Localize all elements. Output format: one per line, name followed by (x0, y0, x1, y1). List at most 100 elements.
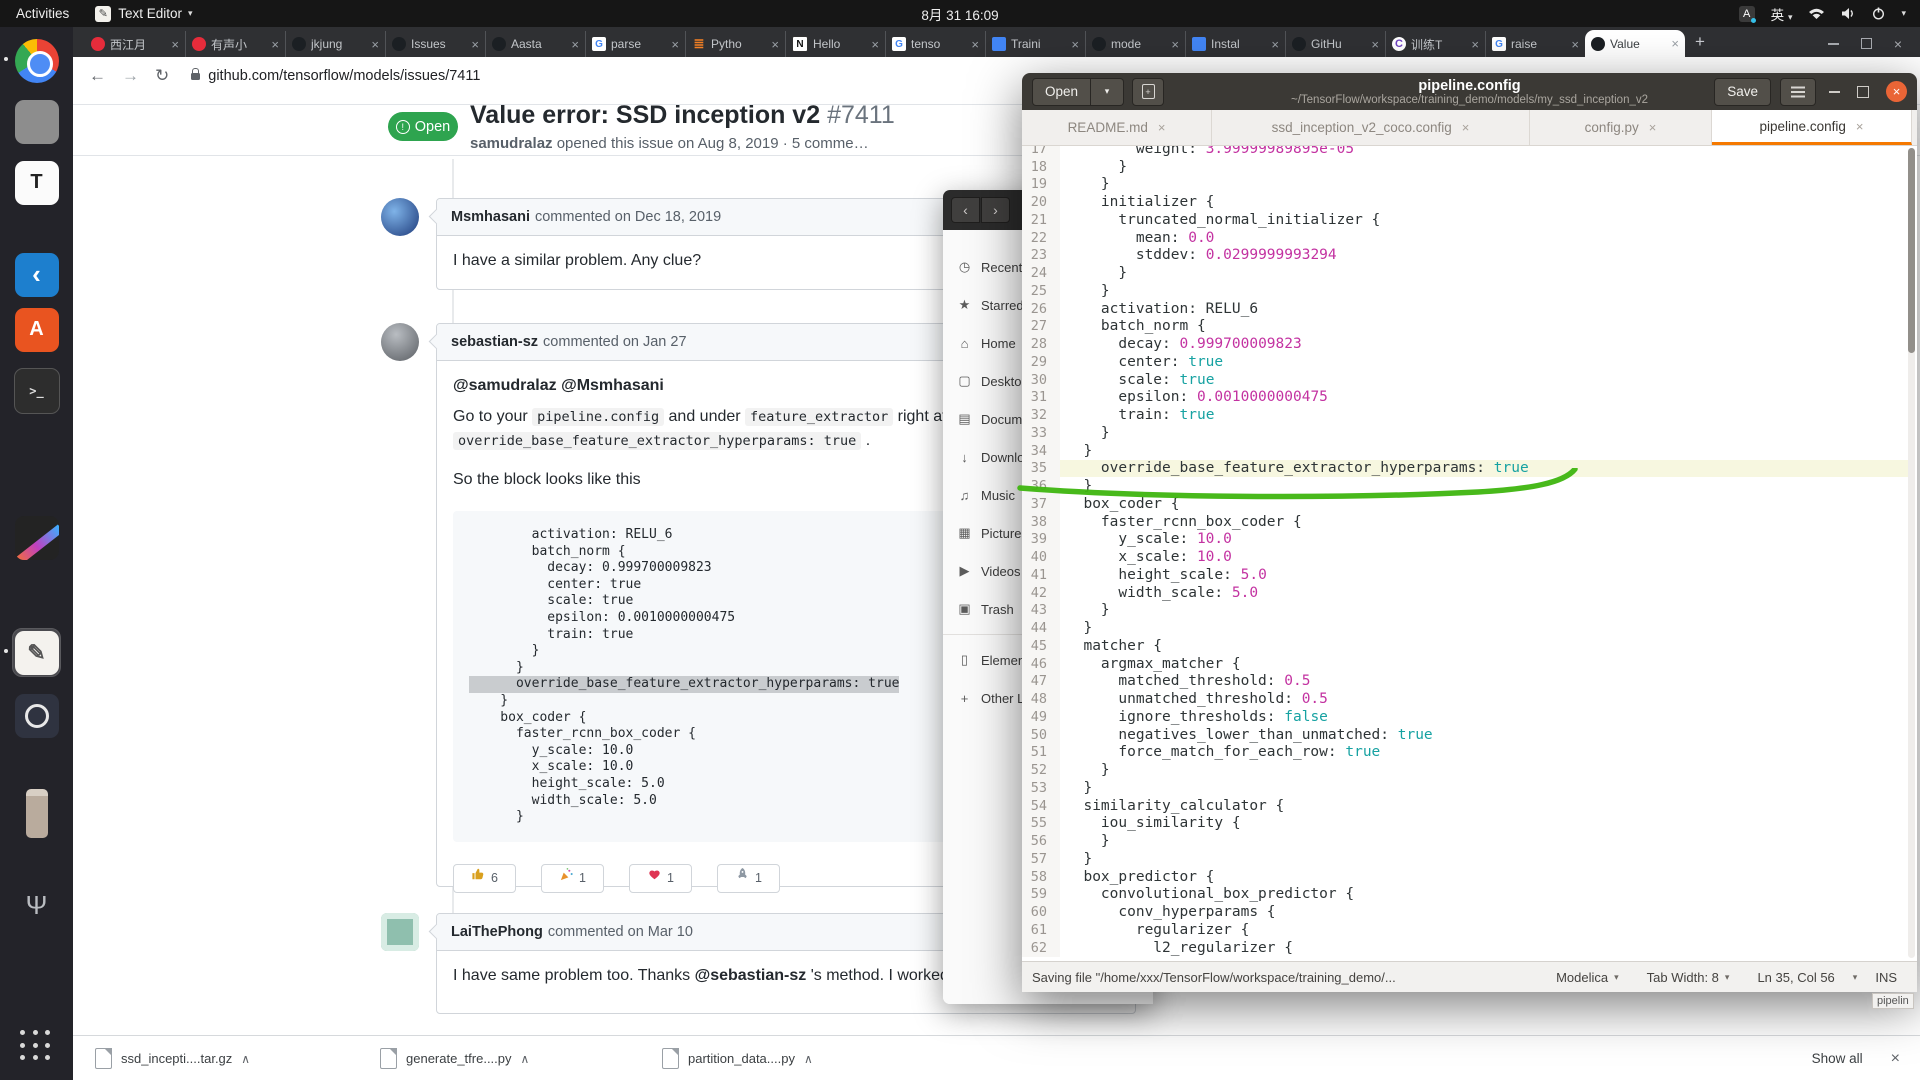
forward-button[interactable]: › (981, 197, 1010, 223)
dock-text-editor-icon[interactable]: ✎ (13, 629, 60, 676)
dock-usb-eject-icon[interactable]: Ψ (13, 882, 60, 929)
back-button[interactable]: ← (89, 66, 106, 86)
browser-tab[interactable]: 西江月× (85, 31, 185, 57)
hamburger-menu-button[interactable] (1780, 78, 1816, 106)
download-item[interactable]: partition_data....py∧ (662, 1048, 902, 1069)
show-all-downloads-button[interactable]: Show all (1812, 1051, 1863, 1066)
browser-tab[interactable]: Traini× (985, 31, 1085, 57)
volume-icon[interactable] (1841, 7, 1856, 20)
tab-close-icon[interactable]: × (671, 37, 679, 52)
thumb-reaction-button[interactable]: 6 (453, 864, 516, 893)
download-item[interactable]: generate_tfre....py∧ (380, 1048, 620, 1069)
new-tab-button[interactable]: + (1695, 32, 1705, 52)
input-method-icon[interactable]: A (1739, 6, 1755, 22)
browser-tab[interactable]: Gparse× (585, 31, 685, 57)
editor-minimize-button[interactable] (1829, 91, 1840, 93)
browser-tab[interactable]: GitHu× (1285, 31, 1385, 57)
browser-tab[interactable]: C训练T× (1385, 31, 1485, 57)
browser-tab[interactable]: NHello× (785, 31, 885, 57)
dock-files-icon[interactable] (13, 98, 60, 145)
tab-close-icon[interactable]: × (871, 37, 879, 52)
comment-author-link[interactable]: sebastian-sz (451, 334, 538, 350)
tab-close-icon[interactable]: × (1649, 120, 1657, 135)
browser-tab[interactable]: 有声小× (185, 31, 285, 57)
code-editor-area[interactable]: 17 weight: 3.99999989895e-0518 }19 }20 i… (1022, 146, 1908, 961)
save-button[interactable]: Save (1714, 78, 1771, 106)
browser-tab[interactable]: Aasta× (485, 31, 585, 57)
language-indicator[interactable]: 英 ▾ (1771, 4, 1793, 24)
browser-tab[interactable]: jkjung× (285, 31, 385, 57)
editor-tab[interactable]: config.py× (1530, 110, 1712, 145)
new-document-button[interactable]: + (1132, 78, 1164, 106)
browser-tab[interactable]: mode× (1085, 31, 1185, 57)
dock-text-tool-icon[interactable]: T (13, 159, 60, 206)
tab-close-icon[interactable]: × (371, 37, 379, 52)
browser-maximize-button[interactable] (1861, 38, 1872, 49)
forward-button[interactable]: → (122, 66, 139, 86)
system-menu-caret-icon[interactable]: ▾ (1901, 8, 1906, 19)
downloads-bar-close-icon[interactable]: × (1891, 1050, 1900, 1068)
editor-close-button[interactable]: × (1886, 81, 1907, 102)
browser-tab[interactable]: Graise× (1485, 31, 1585, 57)
clock[interactable]: 8月 31 16:09 (0, 4, 1920, 24)
language-mode-dropdown[interactable]: Modelica ▾ (1546, 970, 1629, 985)
dock-terminal-icon[interactable]: >_ (13, 367, 60, 414)
comment-author-link[interactable]: Msmhasani (451, 209, 530, 225)
power-icon[interactable] (1872, 7, 1885, 20)
tab-close-icon[interactable]: × (571, 37, 579, 52)
dock-design-icon[interactable] (13, 514, 60, 561)
tab-close-icon[interactable]: × (1471, 37, 1479, 52)
editor-tab[interactable]: pipeline.config× (1712, 110, 1912, 145)
tab-close-icon[interactable]: × (1462, 120, 1470, 135)
chevron-up-icon[interactable]: ∧ (804, 1052, 813, 1066)
heart-reaction-button[interactable]: 1 (629, 864, 692, 893)
tab-width-dropdown[interactable]: Tab Width: 8 ▾ (1637, 970, 1740, 985)
tab-close-icon[interactable]: × (1856, 119, 1864, 134)
avatar[interactable] (381, 198, 419, 236)
editor-maximize-button[interactable] (1857, 86, 1869, 98)
browser-tab[interactable]: ≣Pytho× (685, 31, 785, 57)
party-reaction-button[interactable]: 1 (541, 864, 604, 893)
dock-software-icon[interactable]: A (13, 306, 60, 353)
caret-down-icon[interactable]: ▾ (1853, 972, 1858, 983)
editor-tab[interactable]: README.md× (1022, 110, 1212, 145)
back-button[interactable]: ‹ (951, 197, 980, 223)
text-run[interactable]: @sebastian-sz (695, 967, 807, 984)
comment-author-link[interactable]: LaiThePhong (451, 924, 543, 940)
tab-close-icon[interactable]: × (271, 37, 279, 52)
tab-close-icon[interactable]: × (1571, 37, 1579, 52)
cursor-position-button[interactable]: Ln 35, Col 56 (1747, 970, 1844, 985)
tab-close-icon[interactable]: × (771, 37, 779, 52)
tab-close-icon[interactable]: × (971, 37, 979, 52)
tab-close-icon[interactable]: × (1071, 37, 1079, 52)
browser-tab[interactable]: Gtenso× (885, 31, 985, 57)
scrollbar-thumb[interactable] (1908, 148, 1915, 353)
dock-chrome-icon[interactable] (13, 37, 60, 84)
chevron-up-icon[interactable]: ∧ (241, 1052, 250, 1066)
tab-close-icon[interactable]: × (1171, 37, 1179, 52)
avatar[interactable] (381, 323, 419, 361)
avatar[interactable] (381, 913, 419, 951)
editor-tab[interactable]: ssd_inception_v2_coco.config× (1212, 110, 1530, 145)
tab-close-icon[interactable]: × (1671, 36, 1679, 51)
browser-tab[interactable]: Instal× (1185, 31, 1285, 57)
browser-close-button[interactable]: × (1894, 39, 1902, 49)
browser-tab[interactable]: Value× (1585, 30, 1685, 57)
tab-close-icon[interactable]: × (1158, 120, 1166, 135)
chevron-up-icon[interactable]: ∧ (521, 1052, 530, 1066)
show-applications-button[interactable] (20, 1030, 53, 1063)
address-bar[interactable]: github.com/tensorflow/models/issues/7411 (208, 68, 480, 84)
dock-screenshot-icon[interactable] (13, 692, 60, 739)
issue-author-link[interactable]: samudralaz (470, 135, 553, 152)
open-button[interactable]: Open (1032, 78, 1091, 106)
rocket-reaction-button[interactable]: 1 (717, 864, 780, 893)
app-menu[interactable]: ✎ Text Editor ▾ (95, 6, 192, 22)
tab-close-icon[interactable]: × (1271, 37, 1279, 52)
dock-usb-stick-icon[interactable] (13, 790, 60, 837)
dock-vscode-icon[interactable]: ‹ (13, 251, 60, 298)
browser-minimize-button[interactable] (1828, 43, 1839, 45)
wifi-icon[interactable] (1808, 7, 1825, 20)
open-recent-caret[interactable]: ▾ (1091, 78, 1124, 106)
tab-close-icon[interactable]: × (471, 37, 479, 52)
reload-button[interactable]: ↻ (155, 66, 169, 86)
